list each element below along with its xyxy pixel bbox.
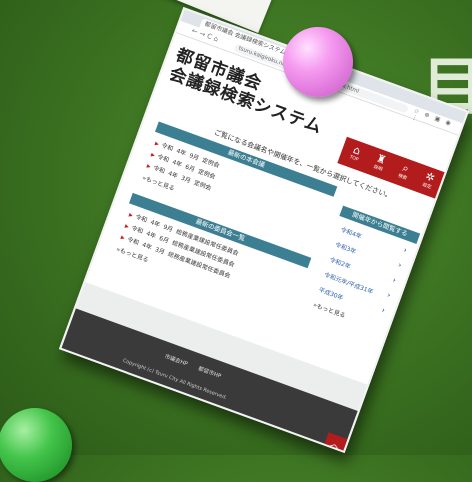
year-link[interactable]: 令和2年: [329, 255, 353, 271]
chevron-right-icon: ›: [385, 290, 392, 300]
bullet-icon: ▶: [127, 212, 134, 220]
chevron-right-icon: ›: [391, 275, 398, 285]
bullet-icon: ▶: [145, 163, 152, 171]
year-link[interactable]: 令和4年: [340, 225, 364, 240]
year-link[interactable]: 平成30年: [318, 285, 345, 302]
chevron-right-icon: ›: [396, 260, 403, 270]
pink-magnet: [283, 27, 353, 97]
bullet-icon: ▶: [149, 151, 156, 159]
nav-search-button[interactable]: ⌕ 検索: [390, 158, 419, 184]
year-link[interactable]: 令和3年: [334, 240, 358, 255]
chevron-right-icon: ›: [380, 305, 387, 315]
nav-top-button[interactable]: ⌂ TOP: [342, 140, 371, 165]
bullet-icon: ▶: [123, 223, 130, 231]
by-year-heading: 開催年から閲覧する: [339, 205, 421, 244]
printed-screenshot-card: 都留市議会 会議録検索システム ← → C ⌂ tsuru.kaigiroku.…: [58, 6, 470, 454]
by-year-more-link[interactable]: »もっと見る: [312, 300, 347, 320]
bullet-icon: ▶: [119, 234, 126, 242]
chevron-right-icon: ›: [402, 245, 409, 255]
site-nav-bar: ⌂ TOP ♜ 説明 ⌕ 検索 ✲ 設定: [337, 136, 445, 199]
bullet-icon: ▶: [153, 140, 160, 148]
green-magnet: [0, 408, 72, 482]
nav-guide-button[interactable]: ♜ 説明: [366, 149, 395, 175]
nav-settings-button[interactable]: ✲ 設定: [415, 167, 444, 193]
